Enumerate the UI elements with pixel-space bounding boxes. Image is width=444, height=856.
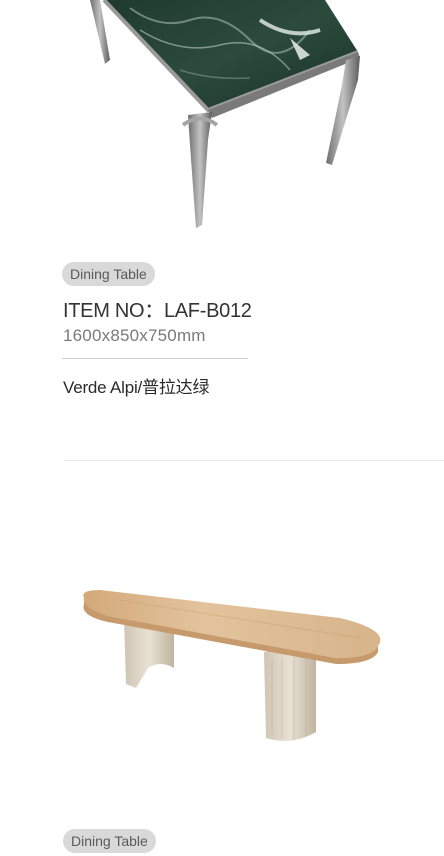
category-badge[interactable]: Dining Table [63,829,156,853]
item-number-label: ITEM NO： [63,300,164,322]
item-number-value: LAF-B012 [163,300,252,322]
section-divider [64,460,444,461]
product-image-green-marble-table[interactable] [60,0,380,238]
product-image-travertine-table[interactable] [60,560,400,760]
divider [62,358,248,359]
product-material: Verde Alpi/普拉达绿 [63,378,210,397]
product-dimensions: 1600x850x750mm [63,326,206,345]
category-badge[interactable]: Dining Table [62,262,155,286]
item-number: ITEM NO：LAF-B012 [63,294,252,323]
